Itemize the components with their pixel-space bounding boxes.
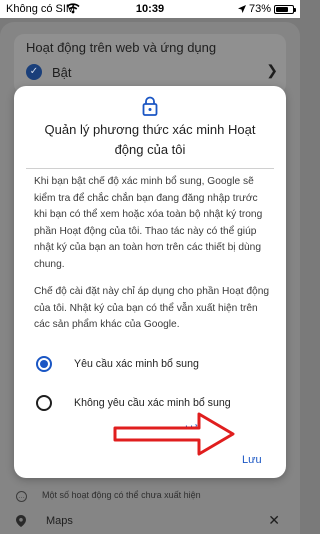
info-icon: …: [16, 491, 27, 502]
chevron-right-icon: ❯: [266, 62, 278, 78]
battery-icon: [274, 4, 296, 14]
divider: [26, 168, 274, 169]
option-label: Không yêu cầu xác minh bổ sung: [74, 397, 231, 409]
status-bar: Không có SIM 10:39 73%: [0, 0, 300, 18]
annotation-arrow-icon: [113, 412, 235, 456]
background-info-text: Một số hoạt động có thể chưa xuất hiện: [42, 490, 201, 500]
description-paragraph-2: Chế độ cài đặt này chỉ áp dụng cho phần …: [34, 286, 270, 330]
check-circle-icon: ✓: [26, 64, 42, 80]
save-button[interactable]: Lưu: [242, 454, 262, 466]
radio-button-selected[interactable]: [36, 356, 52, 372]
background-title: Hoạt động trên web và ứng dụng: [26, 40, 217, 55]
radio-button[interactable]: [36, 395, 52, 411]
lock-icon: [142, 96, 158, 116]
maps-icon: [16, 515, 26, 527]
dialog-title: Quản lý phương thức xác minh Hoạt động c…: [44, 122, 256, 157]
background-status: Bật: [52, 65, 72, 80]
option-label: Yêu cầu xác minh bổ sung: [74, 358, 199, 370]
background-maps-label: Maps: [46, 515, 73, 527]
close-icon: ✕: [268, 512, 280, 528]
description-paragraph-1: Khi bạn bật chế độ xác minh bổ sung, Goo…: [34, 176, 263, 270]
location-icon: [237, 5, 246, 13]
option-require-verification[interactable]: Yêu cầu xác minh bổ sung: [36, 353, 276, 375]
battery-percent: 73%: [248, 3, 271, 15]
